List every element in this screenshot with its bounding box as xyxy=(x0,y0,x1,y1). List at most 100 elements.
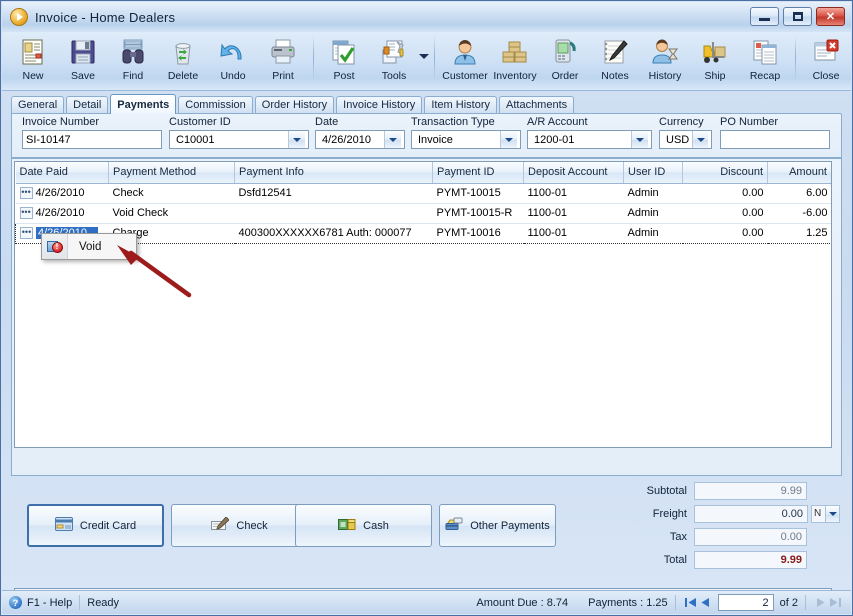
order-button[interactable]: Order xyxy=(540,32,590,89)
table-row-selected[interactable]: •••4/26/2010 Charge 400300XXXXXX6781 Aut… xyxy=(15,222,831,244)
chevron-down-icon xyxy=(828,511,837,516)
window-title: Invoice - Home Dealers xyxy=(35,9,176,25)
invoice-number-input[interactable]: SI-10147 xyxy=(22,130,162,149)
undo-button[interactable]: Undo xyxy=(208,32,258,89)
cell-user-id: Admin xyxy=(623,183,683,204)
page-number-value: 2 xyxy=(762,596,769,609)
print-button[interactable]: Print xyxy=(258,32,308,89)
cell-user-id: Admin xyxy=(623,222,683,244)
close-button[interactable]: ✕ xyxy=(816,7,845,26)
first-record-icon[interactable] xyxy=(683,595,698,611)
help-label[interactable]: F1 - Help xyxy=(27,597,72,609)
customer-id-dropdown-arrow[interactable] xyxy=(288,131,305,148)
other-payments-button[interactable]: Other Payments xyxy=(439,504,556,547)
tools-wrench-icon xyxy=(379,35,409,68)
ship-button[interactable]: Ship xyxy=(690,32,740,89)
tools-dropdown-button[interactable] xyxy=(419,53,429,59)
freight-taxable-arrow[interactable] xyxy=(825,504,840,523)
minimize-button[interactable] xyxy=(750,7,779,26)
column-user-id[interactable]: User ID xyxy=(623,162,683,184)
new-button[interactable]: New xyxy=(8,32,58,89)
cell-deposit-account: 1100-01 xyxy=(523,222,624,244)
transaction-type-combo[interactable]: Invoice xyxy=(411,130,521,149)
row-selector-cell[interactable]: •••4/26/2010 xyxy=(15,203,109,224)
table-row[interactable]: ••• 4/26/2010 Void Check PYMT-10015-R 110… xyxy=(15,203,831,224)
column-payment-method[interactable]: Payment Method xyxy=(108,162,235,184)
context-menu-item-void[interactable]: Void xyxy=(68,241,101,253)
payments-grid[interactable]: Date Paid Payment Method Payment Info Pa… xyxy=(14,161,832,448)
date-combo[interactable]: 4/26/2010 xyxy=(315,130,405,149)
freight-taxable-value: N xyxy=(811,504,825,523)
invoice-window: Invoice - Home Dealers ✕ New Save Find D… xyxy=(0,0,853,616)
next-record-icon[interactable] xyxy=(813,595,828,611)
column-discount[interactable]: Discount xyxy=(682,162,768,184)
recap-button[interactable]: Recap xyxy=(740,32,790,89)
freight-taxable-combo[interactable]: N xyxy=(811,504,840,523)
previous-record-icon[interactable] xyxy=(698,595,713,611)
cell-discount: 0.00 xyxy=(682,203,768,224)
maximize-button[interactable] xyxy=(783,7,812,26)
transaction-type-dropdown-arrow[interactable] xyxy=(500,131,517,148)
check-button[interactable]: Check xyxy=(171,504,308,547)
tab-invoice-history[interactable]: Invoice History xyxy=(336,96,423,113)
cell-payment-method: Void Check xyxy=(108,203,235,224)
close-toolbar-button[interactable]: Close xyxy=(801,32,851,89)
tab-commission[interactable]: Commission xyxy=(178,96,253,113)
page-number-input[interactable]: 2 xyxy=(717,594,774,611)
credit-card-button[interactable]: Credit Card xyxy=(27,504,164,547)
help-icon[interactable]: ? xyxy=(9,596,22,609)
po-number-label: PO Number xyxy=(720,116,779,128)
cash-button[interactable]: Cash xyxy=(295,504,432,547)
chevron-down-icon xyxy=(636,137,644,142)
tools-button-label: Tools xyxy=(381,70,407,82)
column-amount[interactable]: Amount xyxy=(767,162,831,184)
find-button[interactable]: Find xyxy=(108,32,158,89)
column-payment-id[interactable]: Payment ID xyxy=(432,162,524,184)
transaction-type-value: Invoice xyxy=(415,131,500,148)
tab-item-history[interactable]: Item History xyxy=(424,96,497,113)
ar-account-combo[interactable]: 1200-01 xyxy=(527,130,652,149)
chevron-down-icon xyxy=(293,137,301,142)
tab-general[interactable]: General xyxy=(11,96,65,113)
row-expand-icon[interactable]: ••• xyxy=(19,207,33,220)
undo-button-label: Undo xyxy=(220,70,246,82)
ship-button-label: Ship xyxy=(704,70,726,82)
column-payment-info[interactable]: Payment Info xyxy=(234,162,433,184)
column-deposit-account[interactable]: Deposit Account xyxy=(523,162,624,184)
freight-value[interactable]: 0.00 xyxy=(694,504,808,523)
ar-account-field: A/R Account 1200-01 xyxy=(527,116,652,149)
inventory-button[interactable]: Inventory xyxy=(490,32,540,89)
customer-button-label: Customer xyxy=(442,70,488,82)
tab-commission-label: Commission xyxy=(185,99,246,111)
row-selector-cell[interactable]: •••4/26/2010 xyxy=(15,183,109,204)
date-dropdown-arrow[interactable] xyxy=(384,131,401,148)
tab-order-history[interactable]: Order History xyxy=(254,96,335,113)
table-row[interactable]: ••• 4/26/2010 Check Dsfd12541 PYMT-10015 … xyxy=(15,183,831,204)
invoice-number-value: SI-10147 xyxy=(26,133,71,146)
ar-account-dropdown-arrow[interactable] xyxy=(631,131,648,148)
customer-button[interactable]: Customer xyxy=(440,32,490,89)
row-expand-icon[interactable]: ••• xyxy=(20,227,33,240)
tab-item-history-label: Item History xyxy=(431,99,490,111)
tab-detail[interactable]: Detail xyxy=(66,96,109,113)
row-expand-icon[interactable]: ••• xyxy=(19,187,33,200)
tab-payments[interactable]: Payments xyxy=(110,94,177,114)
currency-dropdown-arrow[interactable] xyxy=(692,131,708,148)
tab-attachments[interactable]: Attachments xyxy=(499,96,575,113)
cell-payment-method: Check xyxy=(108,183,235,204)
post-button[interactable]: Post xyxy=(319,32,369,89)
currency-combo[interactable]: USD xyxy=(659,130,712,149)
customer-id-combo[interactable]: C10001 xyxy=(169,130,309,149)
last-record-icon[interactable] xyxy=(828,595,843,611)
cell-deposit-account: 1100-01 xyxy=(523,203,624,224)
tools-button[interactable]: Tools xyxy=(369,32,419,89)
delete-button[interactable]: Delete xyxy=(158,32,208,89)
customer-id-field: Customer ID C10001 xyxy=(169,116,309,149)
history-button[interactable]: History xyxy=(640,32,690,89)
save-button[interactable]: Save xyxy=(58,32,108,89)
cell-payment-id: PYMT-10015 xyxy=(432,183,524,204)
notes-button[interactable]: Notes xyxy=(590,32,640,89)
cell-date-paid: 4/26/2010 xyxy=(35,206,85,219)
po-number-input[interactable] xyxy=(720,130,830,149)
column-date-paid[interactable]: Date Paid xyxy=(15,162,109,184)
